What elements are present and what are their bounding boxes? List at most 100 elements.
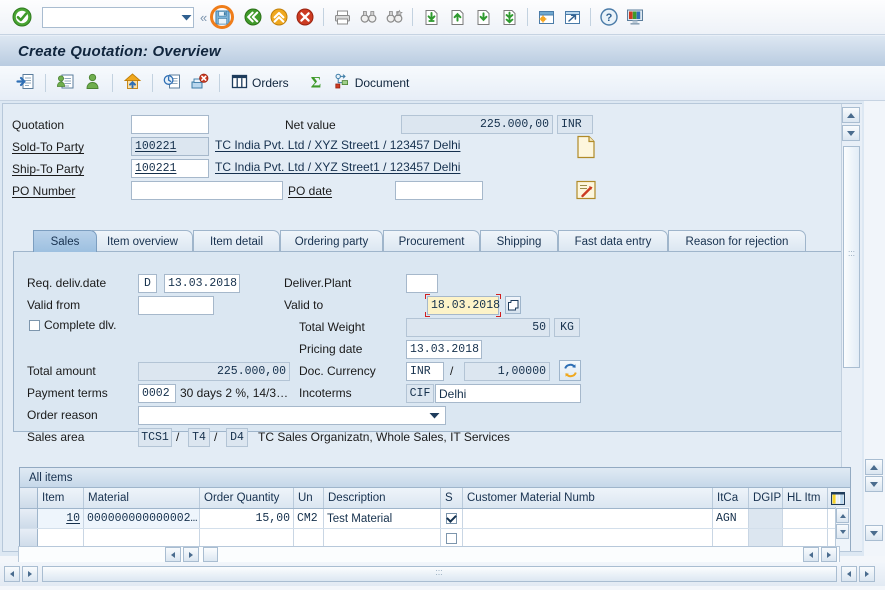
scroll-thumb[interactable]: ⋯ ⋯: [843, 146, 860, 368]
window-scroll-up-button[interactable]: [865, 459, 883, 475]
req-deliv-date-input[interactable]: 13.03.2018: [164, 274, 240, 293]
table-vertical-scrollbar[interactable]: [835, 507, 850, 551]
window-vertical-scrollbar[interactable]: [864, 101, 885, 556]
table-settings-icon[interactable]: [828, 488, 848, 508]
po-number-input[interactable]: [131, 181, 283, 200]
availability-button[interactable]: [160, 70, 185, 96]
window-scroll-down-button-2[interactable]: [865, 525, 883, 541]
item-overview-button[interactable]: [53, 70, 78, 96]
cell-item[interactable]: 10: [38, 509, 84, 528]
table-row[interactable]: 10 000000000000002… 15,00 CM2 Test Mater…: [20, 509, 850, 529]
deliver-plant-input[interactable]: [406, 274, 438, 293]
tab-reason-for-rejection[interactable]: Reason for rejection: [668, 230, 806, 252]
save-button[interactable]: [210, 5, 235, 29]
tab-procurement[interactable]: Procurement: [383, 230, 480, 252]
complete-dlv-checkbox[interactable]: [29, 320, 40, 331]
incompletion-log-button[interactable]: [120, 70, 145, 96]
column-header-itca[interactable]: ItCa: [713, 488, 749, 508]
cell-itca[interactable]: AGN: [713, 509, 749, 528]
back-button[interactable]: [241, 5, 265, 29]
page-down-button[interactable]: [471, 5, 495, 29]
row-checkbox[interactable]: [446, 533, 457, 544]
hscroll-left-button[interactable]: [165, 547, 182, 562]
po-date-input[interactable]: [395, 181, 483, 200]
create-session-button[interactable]: [534, 5, 558, 29]
tab-fast-data-entry[interactable]: Fast data entry: [558, 230, 668, 252]
tab-shipping[interactable]: Shipping: [480, 230, 558, 252]
valid-to-matchcode-button[interactable]: [505, 296, 521, 314]
quotation-input[interactable]: [131, 115, 209, 134]
window-hscroll-thumb[interactable]: ⋯ ⋯: [42, 566, 837, 582]
pricing-date-input[interactable]: 13.03.2018: [406, 340, 482, 359]
row-checkbox[interactable]: [446, 513, 457, 524]
cancel-button[interactable]: [293, 5, 317, 29]
collapse-toolbar-icon[interactable]: «: [200, 10, 207, 25]
cell-description[interactable]: Test Material: [324, 509, 441, 528]
column-header-description[interactable]: Description: [324, 488, 441, 508]
ship-to-party-description[interactable]: TC India Pvt. Ltd / XYZ Street1 / 123457…: [215, 160, 460, 174]
print-button[interactable]: [330, 5, 354, 29]
sold-to-party-description[interactable]: TC India Pvt. Ltd / XYZ Street1 / 123457…: [215, 138, 460, 152]
table-scroll-up-button[interactable]: [836, 508, 849, 523]
column-header-un[interactable]: Un: [294, 488, 324, 508]
orders-button[interactable]: Orders: [227, 70, 292, 96]
partner-button[interactable]: [80, 70, 105, 96]
window-horizontal-scrollbar[interactable]: ⋯ ⋯: [0, 562, 885, 586]
cell-hl-itm[interactable]: [783, 509, 828, 528]
valid-from-input[interactable]: [138, 296, 214, 315]
display-document-button[interactable]: [13, 70, 38, 96]
window-hscroll-right-button[interactable]: [22, 566, 38, 582]
green-check-icon[interactable]: [12, 7, 32, 27]
table-hscroll-strip[interactable]: [18, 546, 840, 563]
window-hscroll-left-button[interactable]: [4, 566, 20, 582]
column-header-order-quantity[interactable]: Order Quantity: [200, 488, 294, 508]
hscroll-right-button-right[interactable]: [821, 547, 837, 562]
hscroll-left-button-right[interactable]: [803, 547, 819, 562]
sold-to-party-input[interactable]: 100221: [131, 137, 209, 156]
hscroll-right-button[interactable]: [183, 547, 200, 562]
scroll-down-button[interactable]: [842, 125, 860, 141]
scroll-up-button[interactable]: [842, 107, 860, 123]
chevron-down-icon[interactable]: [427, 407, 442, 424]
hscroll-thumb[interactable]: [203, 547, 219, 562]
customize-layout-button[interactable]: [623, 5, 647, 29]
refresh-rate-icon[interactable]: [559, 360, 581, 381]
cell-s[interactable]: [441, 509, 463, 528]
reject-button[interactable]: [187, 70, 212, 96]
first-page-button[interactable]: [419, 5, 443, 29]
page-up-button[interactable]: [445, 5, 469, 29]
doc-currency-input[interactable]: INR: [406, 362, 444, 381]
column-header-customer-material-numb[interactable]: Customer Material Numb: [463, 488, 713, 508]
blank-document-icon[interactable]: [575, 135, 597, 162]
table-scroll-down-button[interactable]: [836, 524, 849, 539]
column-header-dgip[interactable]: DGIP: [749, 488, 783, 508]
totals-button[interactable]: Σ: [304, 70, 328, 96]
find-button[interactable]: [356, 5, 380, 29]
tab-ordering-party[interactable]: Ordering party: [280, 230, 383, 252]
create-shortcut-button[interactable]: [560, 5, 584, 29]
column-header-hl-itm[interactable]: HL Itm: [783, 488, 828, 508]
column-header-s[interactable]: S: [441, 488, 463, 508]
cell-customer-material-numb[interactable]: [463, 509, 713, 528]
window-scroll-down-button[interactable]: [865, 476, 883, 492]
document-button[interactable]: Document: [330, 70, 413, 96]
chevron-down-icon[interactable]: [179, 9, 193, 26]
tab-item-detail[interactable]: Item detail: [193, 230, 280, 252]
payment-terms-input[interactable]: 0002: [138, 384, 176, 403]
window-hscroll-left-button-right[interactable]: [841, 566, 857, 582]
incoterms-description-input[interactable]: Delhi: [435, 384, 581, 403]
select-all-cell[interactable]: [20, 488, 38, 508]
window-hscroll-right-button-right[interactable]: [859, 566, 875, 582]
valid-to-input[interactable]: 18.03.2018: [427, 296, 500, 315]
row-selector[interactable]: [20, 509, 38, 528]
cell-un[interactable]: CM2: [294, 509, 324, 528]
find-next-button[interactable]: [382, 5, 406, 29]
req-deliv-date-type-input[interactable]: D: [138, 274, 157, 293]
help-button[interactable]: ?: [597, 5, 621, 29]
tab-item-overview[interactable]: Item overview: [92, 230, 193, 252]
cell-material[interactable]: 000000000000002…: [84, 509, 200, 528]
tab-sales[interactable]: Sales: [33, 230, 97, 252]
column-header-item[interactable]: Item: [38, 488, 84, 508]
address-card-icon[interactable]: [575, 179, 597, 204]
command-field[interactable]: [42, 6, 194, 28]
